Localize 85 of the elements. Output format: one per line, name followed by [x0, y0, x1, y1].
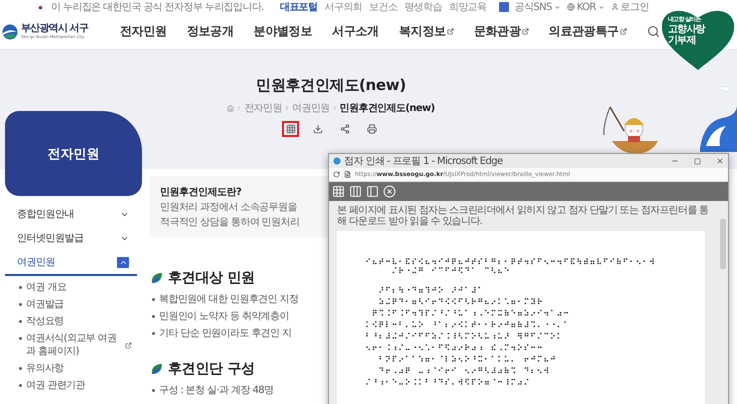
chevron-down-icon — [598, 4, 605, 10]
chevron-right-icon — [236, 105, 242, 111]
columns-icon[interactable] — [349, 185, 362, 198]
bullet-icon — [152, 298, 155, 301]
sidebar-menu-item[interactable]: 인터넷민원발급 — [5, 226, 137, 250]
sidebar-menu-item[interactable]: 여권민원 — [5, 250, 137, 276]
bullet-icon — [19, 384, 22, 387]
bullet-text: 복합민원에 대한 민원후견인 지정 — [159, 293, 298, 307]
leaf-icon — [150, 271, 164, 285]
bullet-icon — [152, 332, 155, 335]
breadcrumb-link[interactable]: 민원후견인제도(new) — [340, 101, 435, 115]
browser-icon — [333, 157, 341, 165]
external-link-icon — [125, 342, 132, 348]
search-button[interactable] — [646, 25, 660, 38]
close-circle-icon[interactable] — [383, 185, 396, 198]
home-icon[interactable] — [227, 104, 234, 112]
sidebar-subitem[interactable]: 여권 관련기관 — [19, 377, 142, 394]
bullet-icon — [19, 303, 22, 306]
page-title: 민원후견인제도(new) — [256, 76, 406, 95]
grid-icon — [286, 124, 296, 134]
section-heading: 후견대상 민원 — [168, 269, 255, 287]
bullet-icon — [19, 367, 22, 370]
panel-icon[interactable] — [366, 185, 379, 198]
top-link[interactable]: 보건소 — [369, 0, 398, 14]
collapse-icon — [117, 256, 129, 268]
maximize-button[interactable] — [694, 158, 701, 164]
close-button[interactable] — [716, 157, 724, 165]
bullet-icon — [19, 320, 22, 323]
nav-menu-item[interactable]: 분야별정보 — [254, 23, 312, 40]
braille-button[interactable] — [282, 121, 299, 137]
share-icon — [340, 124, 350, 134]
bullet-text: 민원인이 노약자 등 취약계층이 — [159, 310, 289, 324]
top-link[interactable]: 평생학습 — [404, 0, 442, 14]
banner-text: 고향사랑 — [668, 24, 705, 35]
official-notice: 이 누리집은 대한민국 공식 전자정부 누리집입니다. — [51, 1, 264, 14]
bullet-text: 구성 : 본청 실·과 계장 48명 — [159, 384, 274, 398]
nav-menu-item[interactable]: 문화관광 — [474, 23, 529, 40]
nav-menu-item[interactable]: 의료관광특구 — [548, 23, 627, 40]
bullet-icon — [19, 337, 22, 340]
download-icon — [312, 124, 322, 134]
bullet-icon — [19, 286, 22, 289]
sidebar-title-card: 전자민원 — [5, 111, 142, 196]
bullet-icon — [152, 389, 155, 392]
nav-menu-item[interactable]: 전자민원 — [120, 23, 167, 40]
chevron-right-icon — [332, 105, 338, 111]
bullet-icon — [152, 315, 155, 318]
top-link[interactable]: 서구의회 — [324, 0, 362, 14]
intro-title: 민원후견인제도란? — [160, 186, 242, 199]
sidebar-subitem[interactable]: 여권 개요 — [19, 279, 142, 296]
refresh-icon[interactable] — [333, 171, 340, 178]
print-icon — [366, 124, 376, 134]
external-link-icon — [446, 28, 454, 35]
top-link[interactable]: 희망교육 — [448, 0, 487, 14]
window-title: 점자 인쇄 - 프로필 1 - Microsoft Edge — [344, 155, 504, 168]
chevron-down-icon — [554, 4, 561, 10]
top-link[interactable]: 대표포털 — [280, 0, 318, 14]
sidebar-subitem[interactable]: 여권서식(외교부 여권과 홈페이지) — [19, 330, 142, 360]
scrollbar-thumb[interactable] — [720, 219, 726, 269]
intro-text: 민원처리 과정에서 소속공무원을 — [160, 201, 297, 214]
intro-text: 적극적인 상담을 통하여 민원처리 — [160, 216, 300, 229]
nav-menu-item[interactable]: 정보공개 — [186, 23, 234, 40]
square-icon — [498, 2, 509, 12]
sidebar-subitem[interactable]: 유의사항 — [19, 360, 142, 377]
language-dropdown[interactable]: KOR — [566, 2, 605, 12]
external-link-icon — [620, 28, 627, 35]
external-link-icon — [522, 28, 529, 35]
braille-notice: 본 페이지에 표시된 점자는 스크린리더에서 읽히지 않고 점자 단말기 또는 점자프린터를 통해 다운로드 받아 읽을 수 있습니다. — [337, 205, 710, 227]
nav-menu-item[interactable]: 서구소개 — [332, 23, 379, 40]
section-heading: 후견인단 구성 — [168, 360, 255, 378]
chevron-right-icon — [284, 105, 290, 111]
page-icon — [344, 171, 351, 178]
nav-menu-item[interactable]: 복지정보 — [398, 23, 454, 40]
flag-icon — [36, 4, 45, 10]
logo-name: 부산광역시 서구 — [21, 24, 88, 35]
sidebar-subitem[interactable]: 작성요령 — [19, 313, 142, 330]
sns-dropdown[interactable]: 공식SNS — [514, 0, 561, 14]
banner-text: 기부제 — [668, 35, 696, 47]
bullet-text: 기타 단순 민원이라도 후견인 지 — [159, 327, 292, 341]
grid-icon[interactable] — [332, 185, 345, 198]
sidebar-subitem[interactable]: 여권발급 — [19, 296, 142, 313]
sidebar-menu-item[interactable]: 종합민원안내 — [5, 202, 137, 226]
globe-icon — [566, 3, 575, 11]
user-icon — [610, 3, 619, 11]
login-link[interactable]: 로그인 — [610, 0, 649, 14]
leaf-icon — [150, 362, 164, 376]
